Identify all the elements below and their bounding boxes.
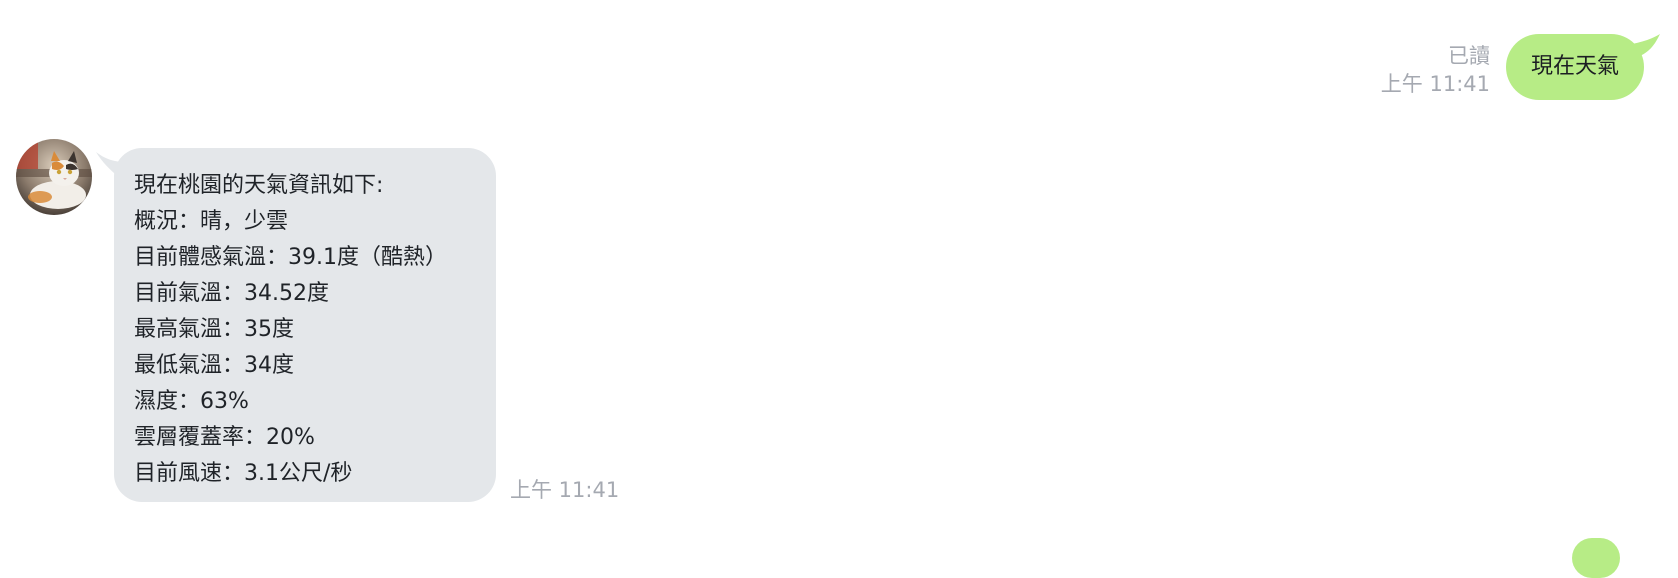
weather-line-low: 最低氣溫：34度 <box>134 353 294 378</box>
weather-line-temperature: 目前氣溫：34.52度 <box>134 281 329 306</box>
outgoing-message-meta: 已讀 上午 11:41 <box>1381 42 1490 98</box>
read-receipt: 已讀 <box>1448 44 1490 68</box>
outgoing-message-bubble[interactable]: 現在天氣 <box>1506 34 1644 100</box>
outgoing-timestamp: 上午 11:41 <box>1380 72 1490 96</box>
cat-avatar-icon <box>16 139 92 215</box>
outgoing-message-text: 現在天氣 <box>1530 54 1619 79</box>
chat-area: 已讀 上午 11:41 現在天氣 現在桃園的天氣資訊如下: 概況：晴，少雲 目前… <box>0 0 1678 578</box>
avatar[interactable] <box>16 139 92 215</box>
weather-line-wind-speed: 目前風速：3.1公尺/秒 <box>134 461 353 486</box>
weather-line-cloud-cover: 雲層覆蓋率：20% <box>134 425 315 450</box>
weather-line-feels-like: 目前體感氣溫：39.1度（酷熱） <box>134 245 447 270</box>
weather-line-humidity: 濕度：63% <box>134 389 249 414</box>
next-message-bubble[interactable] <box>1572 538 1620 578</box>
weather-line-intro: 現在桃園的天氣資訊如下: <box>134 173 384 198</box>
incoming-message-bubble[interactable]: 現在桃園的天氣資訊如下: 概況：晴，少雲 目前體感氣溫：39.1度（酷熱） 目前… <box>114 148 496 502</box>
incoming-timestamp: 上午 11:41 <box>510 478 620 502</box>
weather-line-high: 最高氣溫：35度 <box>134 317 294 342</box>
weather-line-summary: 概況：晴，少雲 <box>134 209 289 234</box>
outgoing-bubble-tail <box>1632 34 1660 56</box>
